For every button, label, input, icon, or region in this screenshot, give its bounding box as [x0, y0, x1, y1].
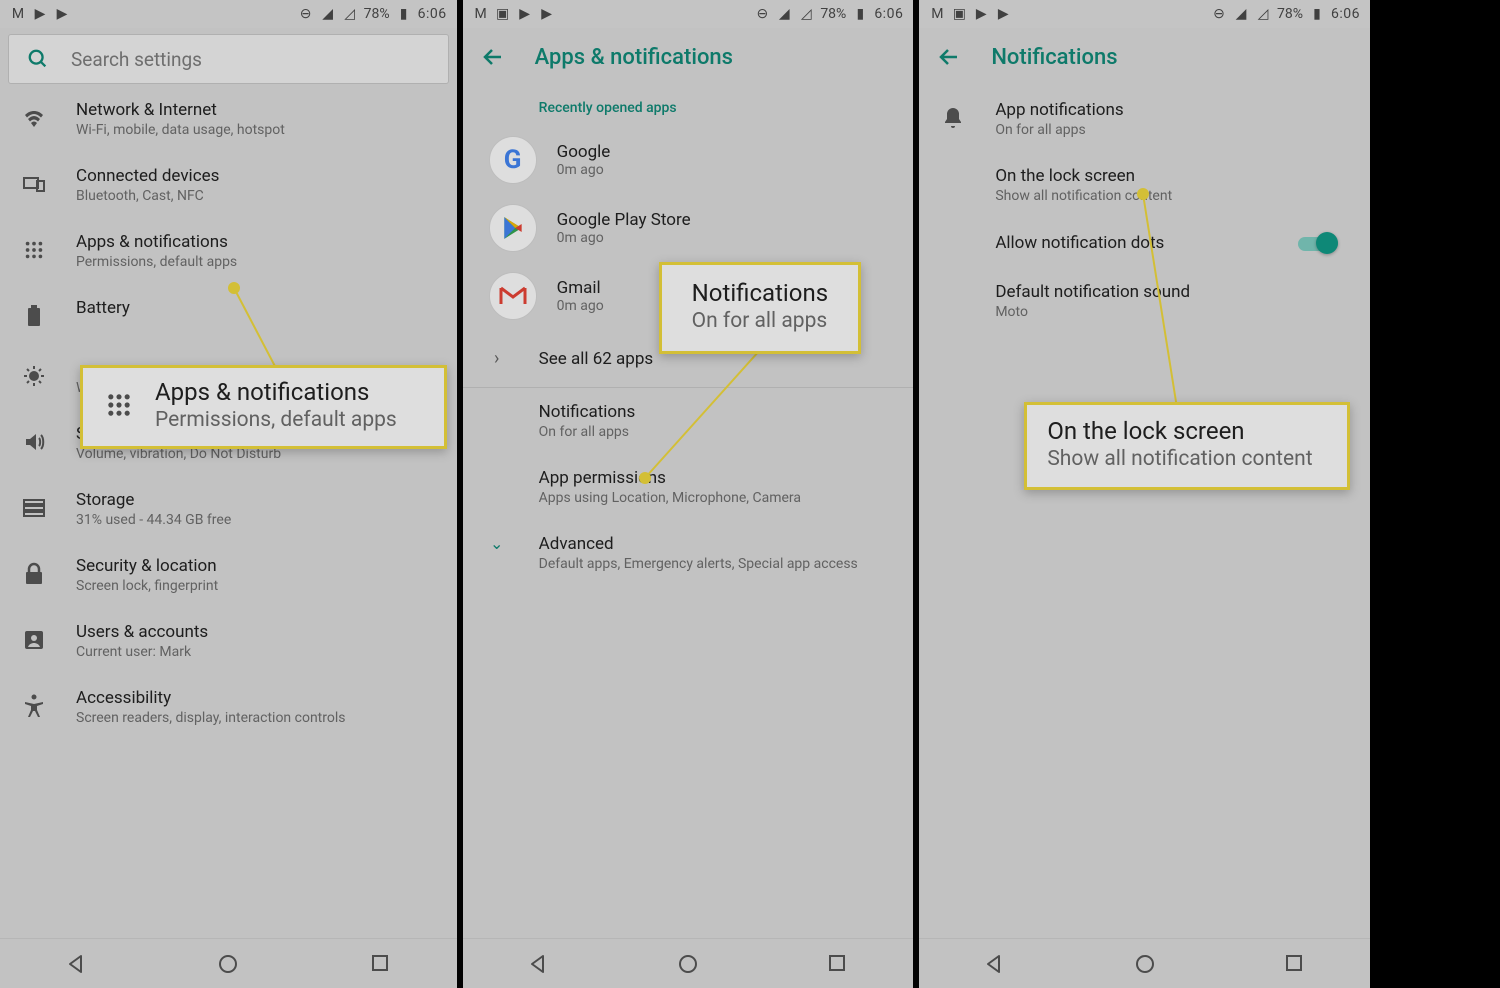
back-button[interactable] — [65, 953, 87, 975]
gmail-icon: M — [929, 6, 945, 22]
app-bar: Notifications — [919, 28, 1370, 86]
display-icon — [20, 358, 48, 390]
wifi-icon: ◢ — [1233, 6, 1249, 22]
callout-lock-screen: On the lock screenShow all notification … — [1024, 402, 1350, 490]
page-title: Apps & notifications — [535, 45, 733, 70]
screen-apps-notifications: M ▣ ▶ ▶ ⊖ ◢ ◿ 78% ▮ 6:06 Apps & notifica… — [457, 0, 914, 988]
app-bar: Apps & notifications — [463, 28, 914, 86]
back-button[interactable] — [983, 953, 1005, 975]
item-app-notifications[interactable]: App notificationsOn for all apps — [919, 86, 1370, 152]
item-network[interactable]: Network & InternetWi-Fi, mobile, data us… — [0, 86, 457, 152]
screen-settings-main: M ▶ ▶ ⊖ ◢ ◿ 78% ▮ 6:06 Search settings N… — [0, 0, 457, 988]
item-connected[interactable]: Connected devicesBluetooth, Cast, NFC — [0, 152, 457, 218]
lock-icon — [20, 556, 48, 588]
page-title: Notifications — [991, 45, 1117, 70]
apps-icon — [105, 391, 133, 419]
item-security[interactable]: Security & locationScreen lock, fingerpr… — [0, 542, 457, 608]
search-icon — [27, 48, 49, 70]
battery-icon — [20, 298, 48, 330]
google-g-icon: G — [489, 136, 537, 184]
back-arrow[interactable] — [481, 45, 505, 69]
apps-icon — [20, 232, 48, 264]
item-advanced[interactable]: ⌄ Advanced Default apps, Emergency alert… — [463, 520, 914, 586]
search-placeholder: Search settings — [71, 48, 202, 71]
wifi-icon: ◢ — [776, 6, 792, 22]
item-users[interactable]: Users & accountsCurrent user: Mark — [0, 608, 457, 674]
nav-bar — [463, 938, 914, 988]
battery-percent: 78% — [820, 6, 846, 22]
dnd-icon: ⊖ — [754, 6, 770, 22]
status-bar: M ▣ ▶ ▶ ⊖ ◢ ◿ 78% ▮ 6:06 — [919, 0, 1370, 28]
storage-icon — [20, 490, 48, 522]
chevron-down-icon: ⌄ — [483, 534, 511, 572]
wifi-icon: ◢ — [320, 6, 336, 22]
chevron-right-icon: › — [483, 348, 511, 369]
play-icon: ▶ — [973, 6, 989, 22]
sound-icon — [20, 424, 48, 456]
item-accessibility[interactable]: AccessibilityScreen readers, display, in… — [0, 674, 457, 740]
home-button[interactable] — [1134, 953, 1156, 975]
recent-apps-label: Recently opened apps — [463, 86, 914, 126]
battery-percent: 78% — [1277, 6, 1303, 22]
accessibility-icon — [20, 688, 48, 720]
play-icon-2: ▶ — [54, 6, 70, 22]
battery-icon: ▮ — [852, 6, 868, 22]
home-button[interactable] — [677, 953, 699, 975]
gmail-m-icon — [489, 272, 537, 320]
recents-button[interactable] — [370, 953, 392, 975]
back-button[interactable] — [527, 953, 549, 975]
recents-button[interactable] — [1284, 953, 1306, 975]
toggle-notification-dots[interactable] — [1298, 232, 1338, 254]
search-input[interactable]: Search settings — [8, 34, 449, 84]
play-icon-2: ▶ — [539, 6, 555, 22]
battery-icon: ▮ — [396, 6, 412, 22]
signal-icon: ◿ — [342, 6, 358, 22]
nav-bar — [919, 938, 1370, 988]
image-icon: ▣ — [951, 6, 967, 22]
app-google[interactable]: G Google0m ago — [463, 126, 914, 194]
bell-icon — [939, 100, 967, 132]
signal-icon: ◿ — [1255, 6, 1271, 22]
status-bar: M ▶ ▶ ⊖ ◢ ◿ 78% ▮ 6:06 — [0, 0, 457, 28]
nav-bar — [0, 938, 457, 988]
app-play-store[interactable]: Google Play Store0m ago — [463, 194, 914, 262]
battery-percent: 78% — [364, 6, 390, 22]
callout-notifications: NotificationsOn for all apps — [659, 262, 861, 354]
callout-line — [1137, 188, 1197, 418]
play-icon: ▶ — [517, 6, 533, 22]
dnd-icon: ⊖ — [1211, 6, 1227, 22]
status-time: 6:06 — [418, 6, 447, 22]
battery-icon: ▮ — [1309, 6, 1325, 22]
play-icon: ▶ — [32, 6, 48, 22]
play-store-icon — [489, 204, 537, 252]
item-apps-notifications[interactable]: Apps & notificationsPermissions, default… — [0, 218, 457, 284]
gmail-icon: M — [473, 6, 489, 22]
gmail-icon: M — [10, 6, 26, 22]
devices-icon — [20, 166, 48, 198]
recents-button[interactable] — [827, 953, 849, 975]
image-icon: ▣ — [495, 6, 511, 22]
signal-icon: ◿ — [798, 6, 814, 22]
callout-apps-notifications: Apps & notificationsPermissions, default… — [80, 365, 447, 449]
user-icon — [20, 622, 48, 654]
status-time: 6:06 — [874, 6, 903, 22]
screen-notifications: M ▣ ▶ ▶ ⊖ ◢ ◿ 78% ▮ 6:06 Notifications A… — [913, 0, 1370, 988]
dnd-icon: ⊖ — [298, 6, 314, 22]
item-storage[interactable]: Storage31% used - 44.34 GB free — [0, 476, 457, 542]
home-button[interactable] — [217, 953, 239, 975]
status-time: 6:06 — [1331, 6, 1360, 22]
play-icon-2: ▶ — [995, 6, 1011, 22]
status-bar: M ▣ ▶ ▶ ⊖ ◢ ◿ 78% ▮ 6:06 — [463, 0, 914, 28]
back-arrow[interactable] — [937, 45, 961, 69]
wifi-icon — [20, 100, 48, 132]
